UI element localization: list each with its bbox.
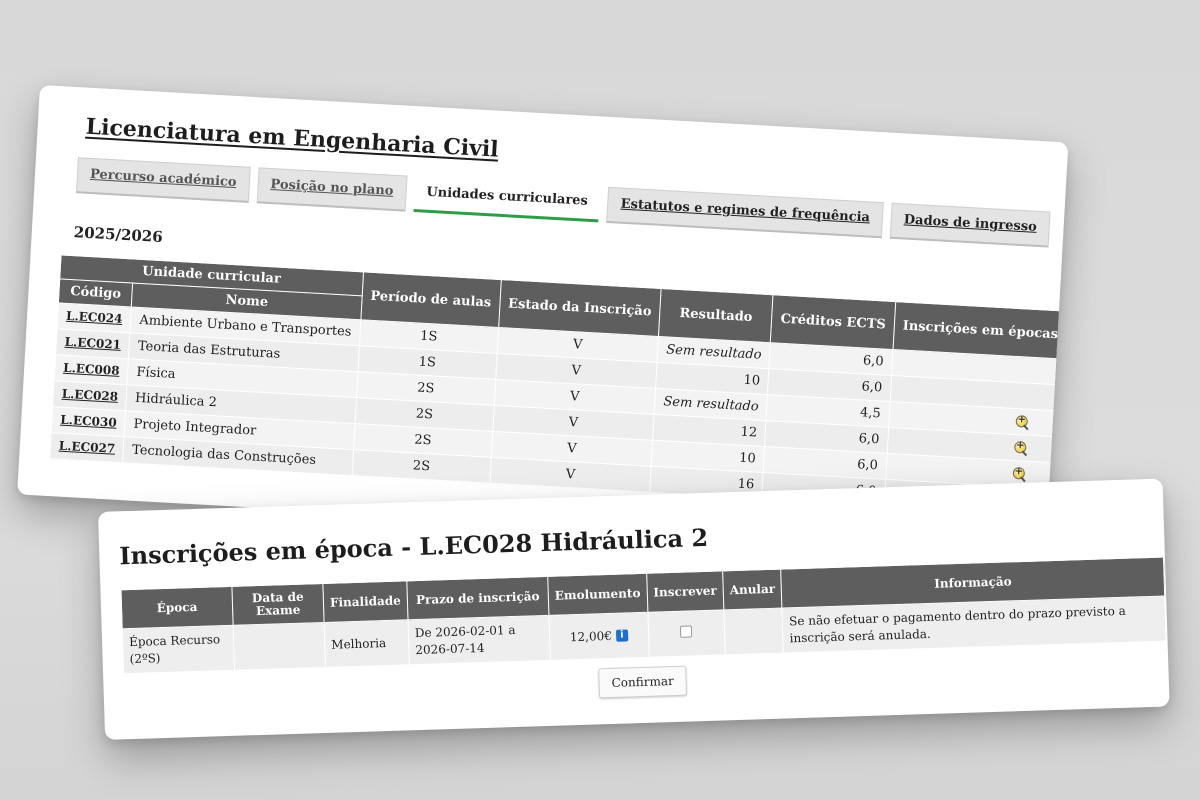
curricular-units-table: Unidade curricular Período de aulas Esta… [49,254,1069,521]
header-prazo: Prazo de inscrição [406,576,549,620]
confirm-button[interactable]: Confirmar [598,665,688,699]
cell-code: L.EC021 [55,328,131,359]
header-finalidade: Finalidade [322,580,408,623]
course-card: Licenciatura em Engenharia Civil Percurs… [17,85,1069,552]
cell-finalidade: Melhoria [324,619,410,668]
info-icon[interactable]: i [615,629,629,642]
magnifier-plus-icon[interactable]: + [1011,465,1028,482]
cell-code: L.EC030 [51,406,126,437]
tab-percurso-academico[interactable]: Percurso académico [76,157,251,203]
emolumento-value: 12,00€ [569,628,613,644]
header-emolumento: Emolumento [547,573,648,616]
modal-title: Inscrições em época - L.EC028 Hidráulica… [118,522,709,571]
uc-code-link[interactable]: L.EC030 [60,413,117,430]
academic-year: 2025/2026 [73,223,164,247]
cell-data-exame [233,622,326,671]
cell-code: L.EC028 [52,380,128,411]
cell-prazo: De 2026-02-01 a 2026-07-14 [407,615,551,665]
header-anular: Anular [722,569,783,610]
magnifier-plus-icon[interactable]: + [1014,413,1031,430]
header-epoca: Época [120,586,234,629]
uc-code-link[interactable]: L.EC028 [61,387,118,404]
enrollment-modal: Inscrições em época - L.EC028 Hidráulica… [98,478,1170,740]
cell-code: L.EC024 [56,302,132,333]
header-data-exame: Data de Exame [231,583,325,626]
header-resultado: Resultado [658,288,774,343]
header-inscrever: Inscrever [646,570,724,613]
course-title-link[interactable]: Licenciatura em Engenharia Civil [85,114,499,163]
magnifier-plus-icon[interactable]: + [1012,439,1029,456]
header-periodo: Período de aulas [360,271,501,328]
tab-estatutos-regimes[interactable]: Estatutos e regimes de frequência [606,186,884,239]
uc-code-link[interactable]: L.EC021 [64,335,121,352]
tab-dados-ingresso[interactable]: Dados de ingresso [889,202,1051,248]
uc-code-link[interactable]: L.EC024 [66,309,123,326]
uc-code-link[interactable]: L.EC027 [59,439,116,456]
inscrever-checkbox[interactable] [680,624,693,638]
cell-inscrever [647,609,726,658]
cell-code: L.EC027 [49,432,125,463]
tab-posicao-no-plano[interactable]: Posição no plano [256,167,408,212]
uc-code-link[interactable]: L.EC008 [63,361,120,378]
header-creditos: Créditos ECTS [770,294,896,350]
tab-unidades-curriculares[interactable]: Unidades curriculares [413,176,601,223]
cell-code: L.EC008 [54,354,129,385]
cell-epoca: Época Recurso (2ºS) [122,625,235,674]
cell-anular [723,608,784,655]
enrollment-table: Época Data de Exame Finalidade Prazo de … [120,557,1167,675]
course-tabs: Percurso académico Posição no plano Unid… [76,157,1051,248]
cell-emolumento: 12,00€ i [548,612,649,661]
